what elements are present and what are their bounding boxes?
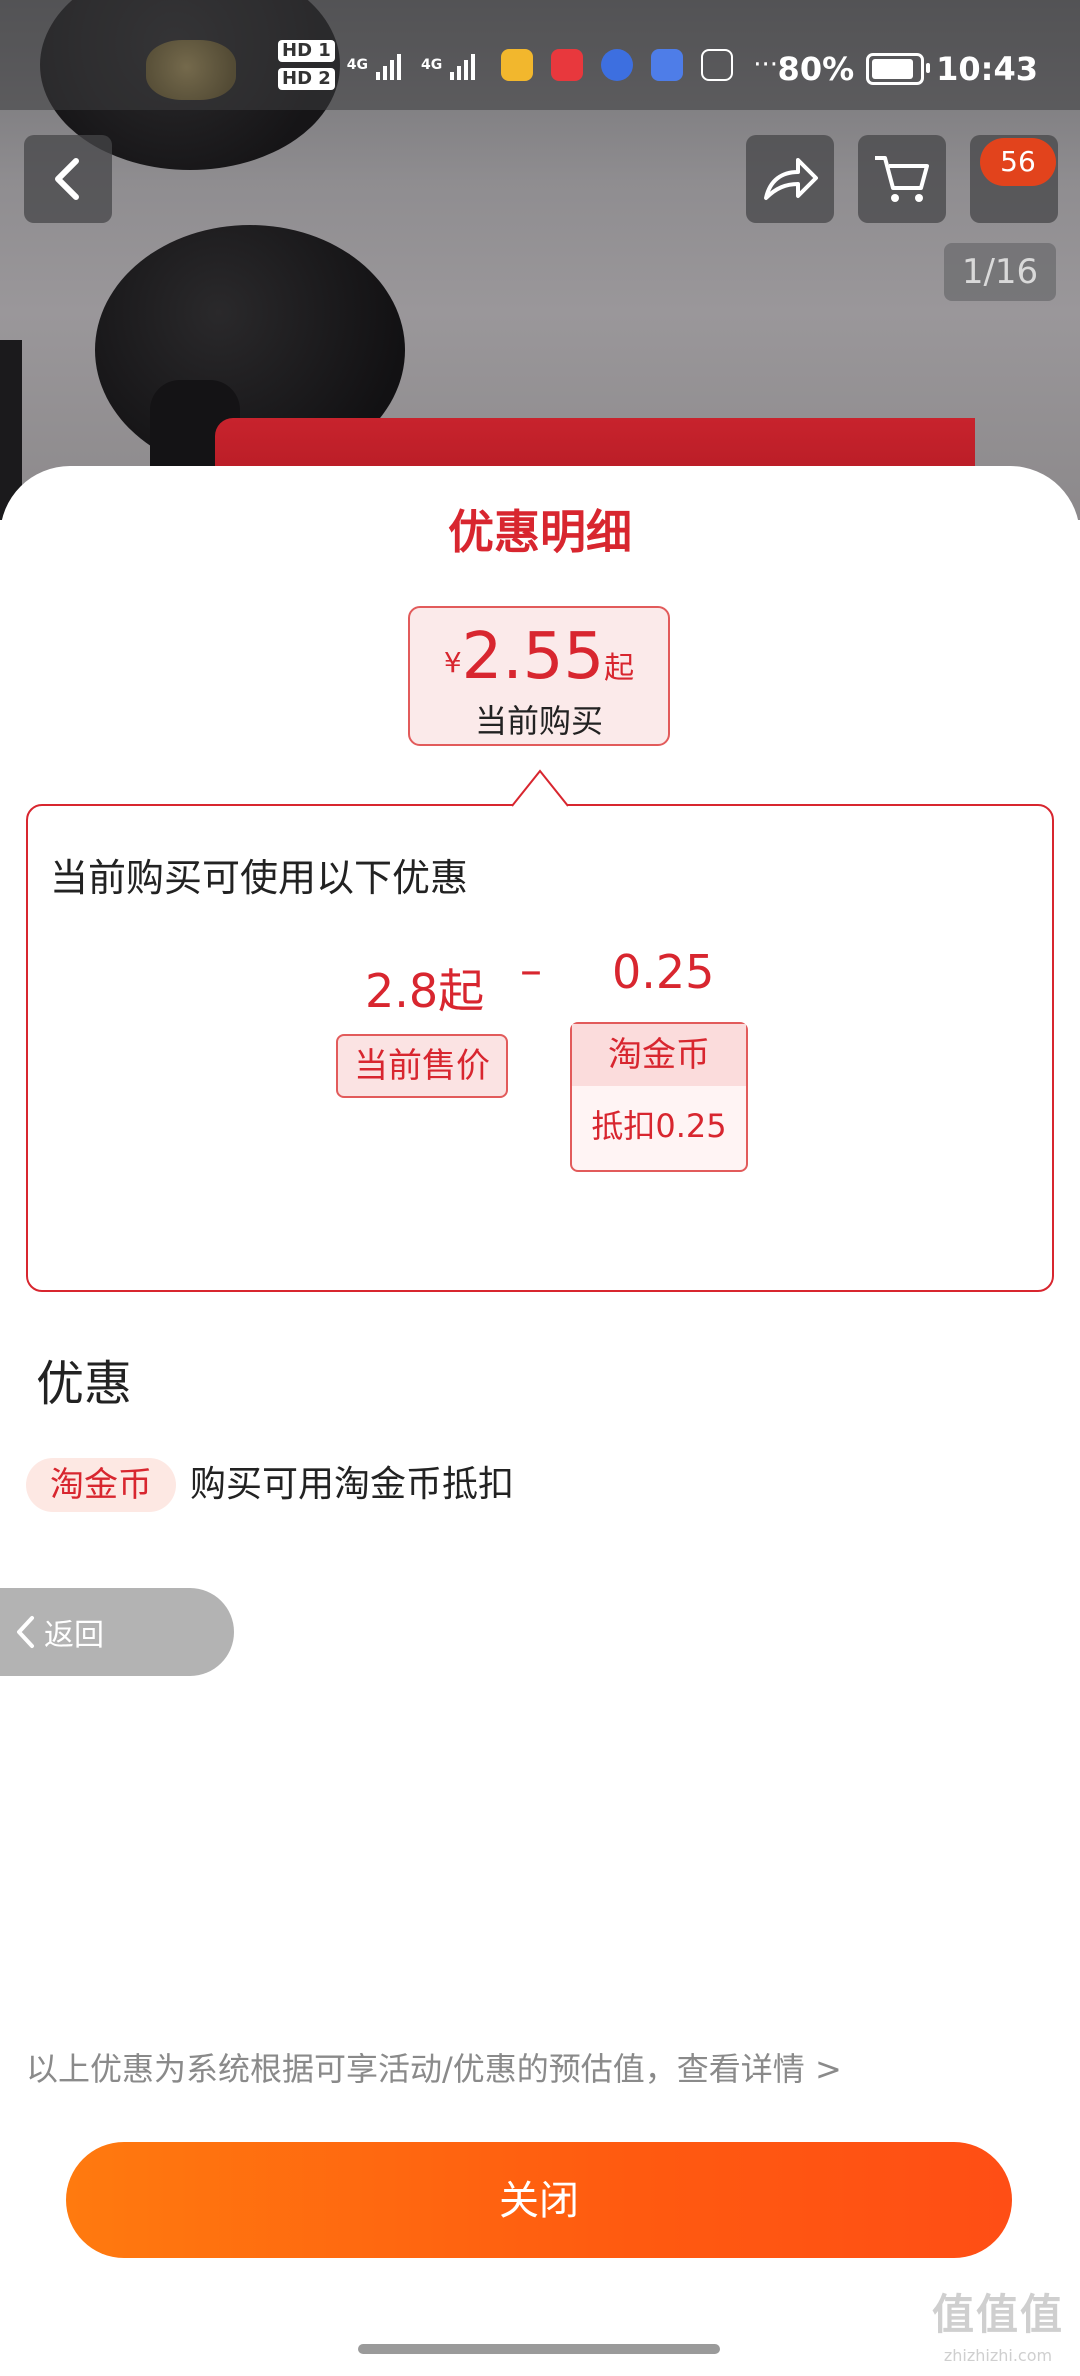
status-right: 80% 10:43	[778, 50, 1038, 88]
sim2-label: HD 2	[278, 68, 335, 90]
pointer-arrow	[512, 769, 568, 807]
cart-button[interactable]	[858, 135, 946, 223]
chevron-left-icon	[17, 1616, 34, 1648]
price-summary: ¥2.55起 当前购买	[408, 606, 670, 746]
sheet-title: 优惠明细	[448, 505, 632, 559]
current-price-label: 当前售价	[336, 1034, 508, 1098]
gesture-icon	[701, 49, 734, 81]
watermark-logo: 值值值	[931, 2290, 1064, 2339]
more-notifications-icon: ···	[753, 50, 779, 80]
price-suffix: 起	[604, 651, 635, 686]
coin-deduction-label: 淘金币	[572, 1024, 746, 1086]
cart-badge: 56	[980, 138, 1056, 186]
app-notification-icon	[501, 49, 534, 81]
image-counter: 1/16	[944, 243, 1056, 301]
app-notification-icon	[601, 49, 634, 81]
network2-label: 4G	[421, 57, 443, 73]
app-notification-icon	[551, 49, 584, 81]
estimate-footnote-link[interactable]: 以上优惠为系统根据可享活动/优惠的预估值，查看详情 >	[26, 2044, 842, 2090]
deduction-amount: 0.25	[612, 945, 715, 999]
status-left: HD 1 HD 2 4G 4G ···	[278, 40, 778, 90]
back-button[interactable]	[24, 135, 112, 223]
price-value: 2.55	[461, 620, 605, 694]
chevron-left-icon	[55, 158, 79, 200]
clock: 10:43	[936, 50, 1038, 88]
coin-deduction-note: 抵扣0.25	[591, 1107, 727, 1145]
watermark-url: zhizhizhi.com	[943, 2346, 1053, 2365]
battery-percent: 80%	[777, 50, 855, 88]
music-app-icon	[651, 49, 684, 81]
coin-deduction-card: 淘金币 抵扣0.25	[570, 1022, 748, 1172]
status-bar: HD 1 HD 2 4G 4G ··· 80% 10:43	[0, 0, 1080, 110]
current-price: 2.8起	[365, 964, 485, 1018]
sim-indicators: HD 1 HD 2	[278, 40, 335, 90]
cart-icon	[875, 156, 929, 202]
network1-label: 4G	[346, 57, 369, 73]
battery-icon	[866, 53, 931, 85]
minus-operator: –	[520, 945, 542, 996]
home-indicator[interactable]	[358, 2344, 720, 2354]
signal2-icon	[450, 50, 476, 80]
detail-heading: 当前购买可使用以下优惠	[50, 856, 469, 900]
share-button[interactable]	[746, 135, 834, 223]
signal1-icon	[376, 50, 402, 80]
sim1-label: HD 1	[278, 40, 335, 62]
price-caption: 当前购买	[474, 702, 603, 740]
coin-tag: 淘金币	[26, 1458, 176, 1512]
return-button[interactable]: 返回	[0, 1588, 234, 1676]
currency-symbol: ¥	[443, 646, 462, 679]
close-button[interactable]: 关闭	[66, 2142, 1012, 2258]
return-label: 返回	[44, 1618, 104, 1653]
discount-section-title: 优惠	[36, 1356, 133, 1412]
share-icon	[764, 158, 818, 200]
price-line: ¥2.55起	[410, 620, 668, 694]
coin-description: 购买可用淘金币抵扣	[190, 1464, 515, 1505]
